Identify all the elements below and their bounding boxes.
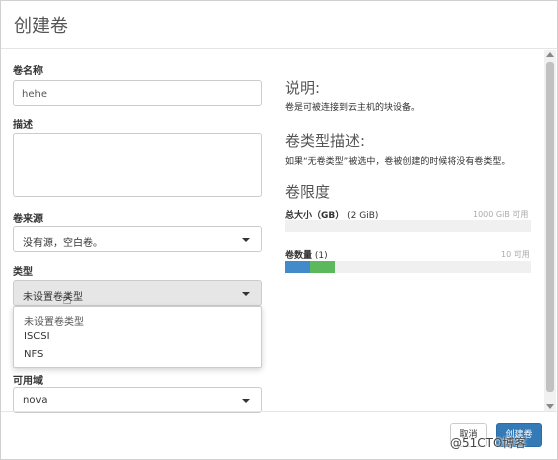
total-size-progress-bar [285, 220, 531, 232]
limits-heading: 卷限度 [285, 183, 331, 201]
volume-count-quota-label: 卷数量 (1) [285, 248, 328, 261]
volume-count-used: (1) [314, 251, 328, 261]
description-text: 卷是可被连接到云主机的块设备。 [285, 103, 421, 113]
scroll-thumb[interactable] [546, 62, 554, 392]
volume-type-heading: 卷类型描述: [285, 132, 366, 150]
volume-type-select[interactable]: 未设置卷类型 [13, 280, 262, 306]
volume-source-label: 卷来源 [13, 214, 43, 225]
volume-name-input[interactable]: hehe [13, 80, 262, 106]
availability-zone-value: nova [23, 395, 48, 406]
volume-count-progress-bar [285, 261, 531, 273]
volume-source-value: 没有源，空白卷。 [23, 238, 103, 249]
chevron-down-icon [242, 238, 250, 242]
dialog-scrollbar[interactable] [544, 50, 556, 411]
volume-count-available: 10 可用 [501, 250, 530, 259]
volume-type-option[interactable]: 未设置卷类型 [24, 313, 84, 328]
description-textarea[interactable] [13, 133, 262, 197]
description-label: 描述 [13, 120, 33, 131]
availability-zone-select[interactable]: nova [13, 387, 262, 413]
volume-type-value: 未设置卷类型 [23, 292, 83, 303]
chevron-down-icon [242, 399, 250, 403]
dialog-title: 创建卷 [14, 16, 68, 37]
dialog-header: 创建卷 [1, 1, 557, 49]
volume-count-new-segment [310, 261, 335, 273]
scroll-down-icon[interactable] [546, 404, 554, 409]
hand-pointer-icon: ☝ [62, 289, 72, 308]
description-heading: 说明: [285, 79, 321, 97]
volume-type-label: 类型 [13, 267, 33, 278]
volume-name-value: hehe [22, 89, 47, 100]
volume-type-text: 如果“无卷类型”被选中，卷被创建的时候将没有卷类型。 [285, 157, 511, 167]
create-volume-dialog: 创建卷 卷名称 hehe 描述 卷来源 没有源，空白卷。 类型 未设置卷类型 未… [0, 0, 558, 460]
watermark-logo: @51CTO博客 [450, 436, 527, 450]
volume-count-label: 卷数量 [285, 251, 313, 261]
chevron-down-icon [242, 292, 250, 296]
total-size-available: 1000 GiB 可用 [473, 210, 529, 219]
volume-type-option[interactable]: NFS [24, 349, 43, 360]
volume-count-used-segment [285, 261, 310, 273]
volume-name-label: 卷名称 [13, 66, 43, 77]
volume-source-select[interactable]: 没有源，空白卷。 [13, 226, 262, 252]
volume-type-dropdown: 未设置卷类型 ISCSI NFS [13, 306, 262, 368]
scroll-up-icon[interactable] [546, 52, 554, 57]
availability-zone-label: 可用域 [13, 376, 43, 387]
volume-type-option[interactable]: ISCSI [24, 331, 50, 342]
